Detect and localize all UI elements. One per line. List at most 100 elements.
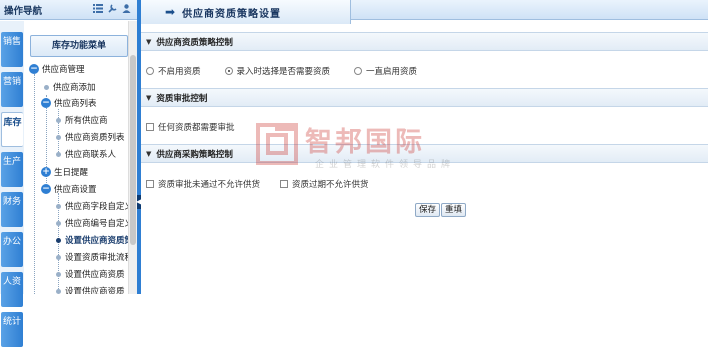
module-tab-label: 财务 — [2, 197, 21, 207]
radio-label: 一直启用资质 — [366, 67, 418, 77]
checkbox-all-need-approval[interactable] — [146, 123, 154, 131]
section-approval-header[interactable]: ▼ 资质审批控制 — [141, 88, 708, 107]
page-tab[interactable]: ➡ 供应商资质策略设置 — [141, 0, 351, 24]
tree-node-label: 设置供应商资质 — [65, 270, 125, 280]
watermark: 智邦国际 企业管理软件领导品牌 — [255, 120, 485, 170]
module-tab-office[interactable]: 办公 — [1, 232, 23, 267]
module-tab-label: 统计 — [2, 317, 21, 327]
watermark-name: 智邦国际 — [305, 127, 425, 158]
module-tab-hr[interactable]: 人资 — [1, 272, 23, 307]
checkbox-label: 资质过期不允许供货 — [292, 180, 369, 190]
nav-title: 操作导航 — [4, 5, 43, 17]
collapse-icon[interactable]: − — [41, 98, 51, 108]
leaf-dot-icon — [44, 84, 49, 90]
save-button[interactable]: 保存 — [415, 203, 441, 217]
wrench-icon[interactable] — [108, 4, 117, 16]
approval-options: 任何资质都需要审批 — [146, 121, 235, 133]
caret-down-icon: ▼ — [146, 37, 152, 46]
leaf-dot-icon — [56, 220, 61, 226]
menu-tree-panel: 库存功能菜单 − 供应商管理 供应商添加 − 供应商列表 所有供应商 供应商资质列表… — [24, 21, 137, 294]
collapse-icon[interactable]: − — [29, 64, 39, 74]
scrollbar-thumb[interactable] — [130, 55, 136, 245]
tree-node-qualification-policy[interactable]: 设置供应商资质策略 — [56, 234, 137, 246]
tree-node-supplier-add[interactable]: 供应商添加 — [44, 81, 96, 93]
module-tab-label: 生产 — [2, 157, 21, 167]
tree-node-supplier-mgmt[interactable]: − 供应商管理 — [29, 63, 85, 75]
tree-scrollbar[interactable] — [128, 21, 137, 294]
tree-node-birthday[interactable]: + 生日提醒 — [41, 166, 88, 178]
tree-connector — [34, 74, 35, 294]
section-policy-header[interactable]: ▼ 供应商资质策略控制 — [141, 32, 708, 51]
tree-node-label: 设置供应商资质 — [65, 287, 125, 294]
page-tab-bar: ➡ 供应商资质策略设置 — [141, 0, 708, 24]
arrow-right-icon: ➡ — [165, 5, 176, 19]
tree-node-label: 生日提醒 — [54, 168, 89, 178]
radio-disable[interactable] — [146, 67, 154, 75]
brand-logo-icon — [256, 123, 298, 165]
tree-node-label: 所有供应商 — [65, 116, 108, 126]
leaf-dot-icon — [56, 237, 61, 243]
module-tab-production[interactable]: 生产 — [1, 152, 23, 187]
module-tab-label: 营销 — [2, 77, 21, 87]
radio-label: 不启用资质 — [158, 67, 201, 77]
module-tab-marketing[interactable]: 营销 — [1, 72, 23, 107]
tree-node-qualification-b[interactable]: 设置供应商资质 — [56, 285, 125, 294]
tree-node-approval-flow[interactable]: 设置资质审批流程 — [56, 251, 133, 263]
radio-always-enable[interactable] — [354, 67, 363, 75]
module-tabs: 销售 营销 库存 生产 财务 办公 人资 统计 — [0, 21, 24, 347]
leaf-dot-icon — [56, 288, 61, 294]
tree-node-label: 供应商字段自定义 — [65, 202, 134, 212]
module-tab-label: 销售 — [2, 37, 21, 47]
tree-node-label: 供应商资质列表 — [65, 133, 125, 143]
checkbox-label: 资质审批未通过不允许供货 — [158, 180, 261, 190]
purchase-options: 资质审批未通过不允许供货 资质过期不允许供货 — [146, 178, 369, 190]
caret-down-icon: ▼ — [146, 93, 152, 102]
tree-node-label: 供应商管理 — [42, 65, 85, 75]
radio-label: 录入时选择是否需要资质 — [236, 67, 331, 77]
tree-node-qualification-list[interactable]: 供应商资质列表 — [56, 131, 125, 143]
tree-node-label: 供应商添加 — [53, 83, 96, 93]
checkbox-approval-failed[interactable] — [146, 180, 154, 188]
tree-node-custom-fields[interactable]: 供应商字段自定义 — [56, 200, 133, 212]
collapse-icon[interactable]: − — [41, 184, 51, 194]
tree-node-label: 供应商联系人 — [65, 150, 117, 160]
expand-icon[interactable]: + — [41, 167, 51, 177]
tree-node-label: 供应商列表 — [54, 99, 97, 109]
section-title: 资质审批控制 — [156, 93, 208, 104]
module-tab-label: 办公 — [2, 237, 21, 247]
tree-node-label: 设置供应商资质策略 — [65, 236, 137, 246]
module-tab-inventory[interactable]: 库存 — [1, 112, 23, 147]
watermark-slogan: 企业管理软件领导品牌 — [315, 160, 456, 170]
module-tab-sales[interactable]: 销售 — [1, 32, 23, 67]
leaf-dot-icon — [56, 271, 61, 277]
tree-node-label: 供应商设置 — [54, 185, 97, 195]
policy-options: 不启用资质 录入时选择是否需要资质 一直启用资质 — [146, 65, 417, 77]
checkbox-label: 任何资质都需要审批 — [158, 123, 235, 133]
section-title: 供应商采购策略控制 — [156, 149, 233, 160]
radio-choose-on-entry[interactable] — [224, 67, 233, 75]
tree-node-supplier-settings[interactable]: − 供应商设置 — [41, 183, 97, 195]
tree-node-label: 供应商编号自定义 — [65, 219, 134, 229]
nav-header: 操作导航 — [0, 0, 139, 20]
module-tab-finance[interactable]: 财务 — [1, 192, 23, 227]
caret-down-icon: ▼ — [146, 149, 152, 158]
tree-node-qualification-a[interactable]: 设置供应商资质 — [56, 268, 125, 280]
leaf-dot-icon — [56, 134, 61, 140]
tree-node-label: 设置资质审批流程 — [65, 253, 134, 263]
section-title: 供应商资质策略控制 — [156, 37, 233, 48]
page-title: 供应商资质策略设置 — [182, 8, 282, 20]
user-icon[interactable] — [122, 4, 131, 16]
tree-node-all-suppliers[interactable]: 所有供应商 — [56, 114, 108, 126]
leaf-dot-icon — [56, 254, 61, 260]
tree-node-contacts[interactable]: 供应商联系人 — [56, 148, 116, 160]
tree-node-supplier-list[interactable]: − 供应商列表 — [41, 97, 97, 109]
reset-button[interactable]: 重填 — [441, 203, 467, 217]
list-icon[interactable] — [93, 4, 103, 16]
module-tab-label: 人资 — [2, 277, 21, 287]
tree-node-custom-code[interactable]: 供应商编号自定义 — [56, 217, 133, 229]
checkbox-expired[interactable] — [280, 180, 289, 188]
inventory-menu-button[interactable]: 库存功能菜单 — [30, 35, 128, 57]
module-tab-stats[interactable]: 统计 — [1, 312, 23, 347]
leaf-dot-icon — [56, 203, 61, 209]
leaf-dot-icon — [56, 151, 61, 157]
